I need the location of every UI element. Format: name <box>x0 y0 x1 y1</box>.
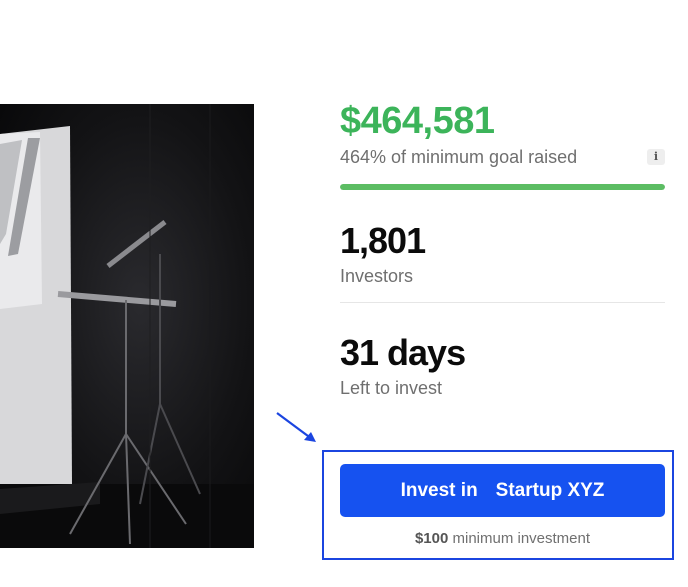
invest-button-prefix: Invest in <box>400 479 478 501</box>
days-left: 31 days <box>340 332 466 373</box>
goal-progress-text: 464% of minimum goal raised <box>340 147 578 167</box>
arrow-down-right-icon <box>276 412 316 442</box>
minimum-investment-note: $100 minimum investment <box>340 530 665 547</box>
info-icon[interactable]: i <box>647 149 665 165</box>
invest-button[interactable]: Invest in Startup XYZ <box>340 464 665 517</box>
funding-progress-fill <box>340 184 665 190</box>
days-left-label: Left to invest <box>340 378 443 398</box>
investors-label: Investors <box>340 266 414 286</box>
stats-divider <box>340 302 665 303</box>
hero-image <box>0 104 254 548</box>
funding-progress-bar <box>340 184 665 190</box>
invest-button-company: Startup XYZ <box>495 479 605 501</box>
amount-raised: $464,581 <box>340 100 495 142</box>
investors-count: 1,801 <box>340 220 426 261</box>
studio-photo-illustration <box>0 104 254 548</box>
minimum-investment-amount: $100 <box>414 530 449 547</box>
minimum-investment-label: minimum investment <box>452 530 591 547</box>
